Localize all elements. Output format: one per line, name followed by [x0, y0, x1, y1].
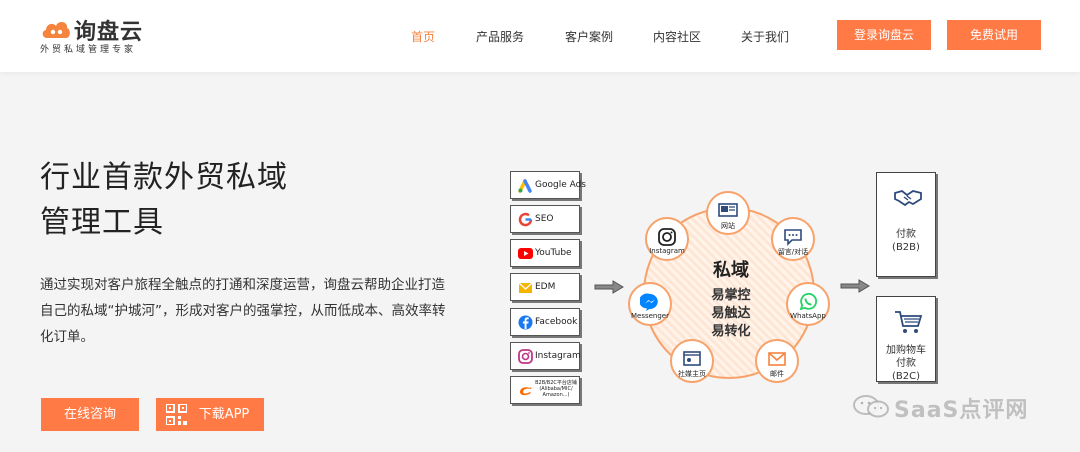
center-title: 私域: [713, 260, 749, 281]
arrow-right-icon: [594, 280, 624, 294]
messenger-icon: [640, 293, 658, 311]
instagram-icon: [518, 349, 533, 364]
node-social-homepage: 社媒主页: [670, 339, 714, 383]
facebook-icon: [518, 315, 533, 330]
destination-line: 付款: [896, 229, 916, 240]
source-label: EDM: [535, 282, 556, 292]
node-label: WhatsApp: [790, 312, 826, 320]
edm-icon: [518, 282, 533, 293]
source-seo: SEO: [510, 205, 580, 233]
node-label: Instagram: [649, 247, 685, 255]
cloud-logo-icon: [42, 22, 70, 38]
logo-tagline: 外贸私域管理专家: [40, 45, 137, 55]
source-label: YouTube: [535, 248, 572, 258]
logo[interactable]: 询盘云 外贸私域管理专家: [40, 14, 150, 58]
nav-cases[interactable]: 客户案例: [565, 28, 613, 45]
node-label: 网站: [721, 222, 735, 230]
source-label: Facebook: [535, 317, 578, 327]
hero-title-line1: 行业首款外贸私域: [40, 160, 288, 195]
mail-icon: [768, 352, 786, 366]
center-line: 易掌控: [711, 288, 751, 303]
source-label: SEO: [535, 214, 554, 224]
source-facebook: Facebook: [510, 308, 580, 336]
social-page-icon: [683, 351, 701, 366]
node-label: 社媒主页: [678, 370, 706, 378]
download-app-button[interactable]: 下载APP: [156, 398, 264, 431]
node-label: Messenger: [630, 312, 669, 320]
instagram-icon: [658, 228, 676, 246]
login-button[interactable]: 登录询盘云: [837, 20, 931, 50]
nav-community[interactable]: 内容社区: [653, 28, 701, 45]
source-label: Instagram: [535, 351, 581, 361]
download-app-label: 下载APP: [198, 407, 250, 422]
nav-home[interactable]: 首页: [411, 28, 435, 45]
source-b2b-platforms: B2B/B2C平台店铺 (Alibaba/MIC/ Amazon...): [510, 376, 580, 404]
source-instagram: Instagram: [510, 342, 581, 370]
source-youtube: YouTube: [510, 239, 580, 267]
shopping-cart-icon: [895, 311, 923, 333]
free-trial-button[interactable]: 免费试用: [947, 20, 1041, 50]
youtube-icon: [518, 248, 533, 259]
source-edm: EDM: [510, 273, 580, 301]
destination-line: 加购物车: [886, 345, 926, 356]
destination-b2c: 加购物车 付款 (B2C): [876, 296, 936, 382]
source-label: Google Ads: [535, 180, 586, 190]
website-icon: [718, 203, 738, 217]
node-website: 网站: [706, 191, 750, 235]
alibaba-icon: [520, 387, 532, 396]
destination-line: 付款: [896, 358, 916, 369]
node-label: 邮件: [770, 370, 784, 378]
destination-line: (B2C): [891, 371, 920, 382]
node-messenger: Messenger: [628, 282, 672, 326]
watermark-text: SaaS点评网: [894, 398, 1029, 423]
source-google-ads: Google Ads: [510, 171, 586, 199]
handshake-icon: [894, 190, 922, 207]
hero-title-line2: 管理工具: [40, 205, 164, 240]
center-line: 易转化: [711, 324, 751, 339]
wechat-icon: [853, 395, 889, 418]
node-label: 留言/对话: [777, 248, 809, 256]
top-header: 询盘云 外贸私域管理专家 首页 产品服务 客户案例 内容社区 关于我们 登录询盘…: [0, 0, 1080, 72]
google-ads-icon: [518, 179, 532, 193]
destination-b2b: 付款 (B2B): [876, 172, 936, 277]
watermark: SaaS点评网: [852, 392, 1052, 423]
node-email: 邮件: [755, 339, 799, 383]
center-line: 易触达: [711, 306, 751, 321]
arrow-right-icon: [840, 279, 870, 293]
nav-about[interactable]: 关于我们: [741, 28, 789, 45]
whatsapp-icon: [799, 292, 818, 311]
source-label: B2B/B2C平台店铺 (Alibaba/MIC/ Amazon...): [535, 380, 577, 398]
qr-code-icon: [166, 404, 187, 425]
node-whatsapp: WhatsApp: [786, 282, 830, 326]
nav-products[interactable]: 产品服务: [476, 28, 524, 45]
destination-line: (B2B): [892, 242, 920, 253]
google-icon: [518, 212, 533, 227]
node-chat: 留言/对话: [771, 217, 815, 261]
chat-bubble-icon: [784, 229, 802, 246]
hero-description: 通过实现对客户旅程全触点的打通和深度运营，询盘云帮助企业打造自己的私域“护城河”…: [40, 277, 446, 345]
online-consult-button[interactable]: 在线咨询: [41, 398, 139, 431]
node-instagram: Instagram: [645, 217, 689, 261]
hero-title: 行业首款外贸私域 管理工具: [40, 155, 288, 245]
